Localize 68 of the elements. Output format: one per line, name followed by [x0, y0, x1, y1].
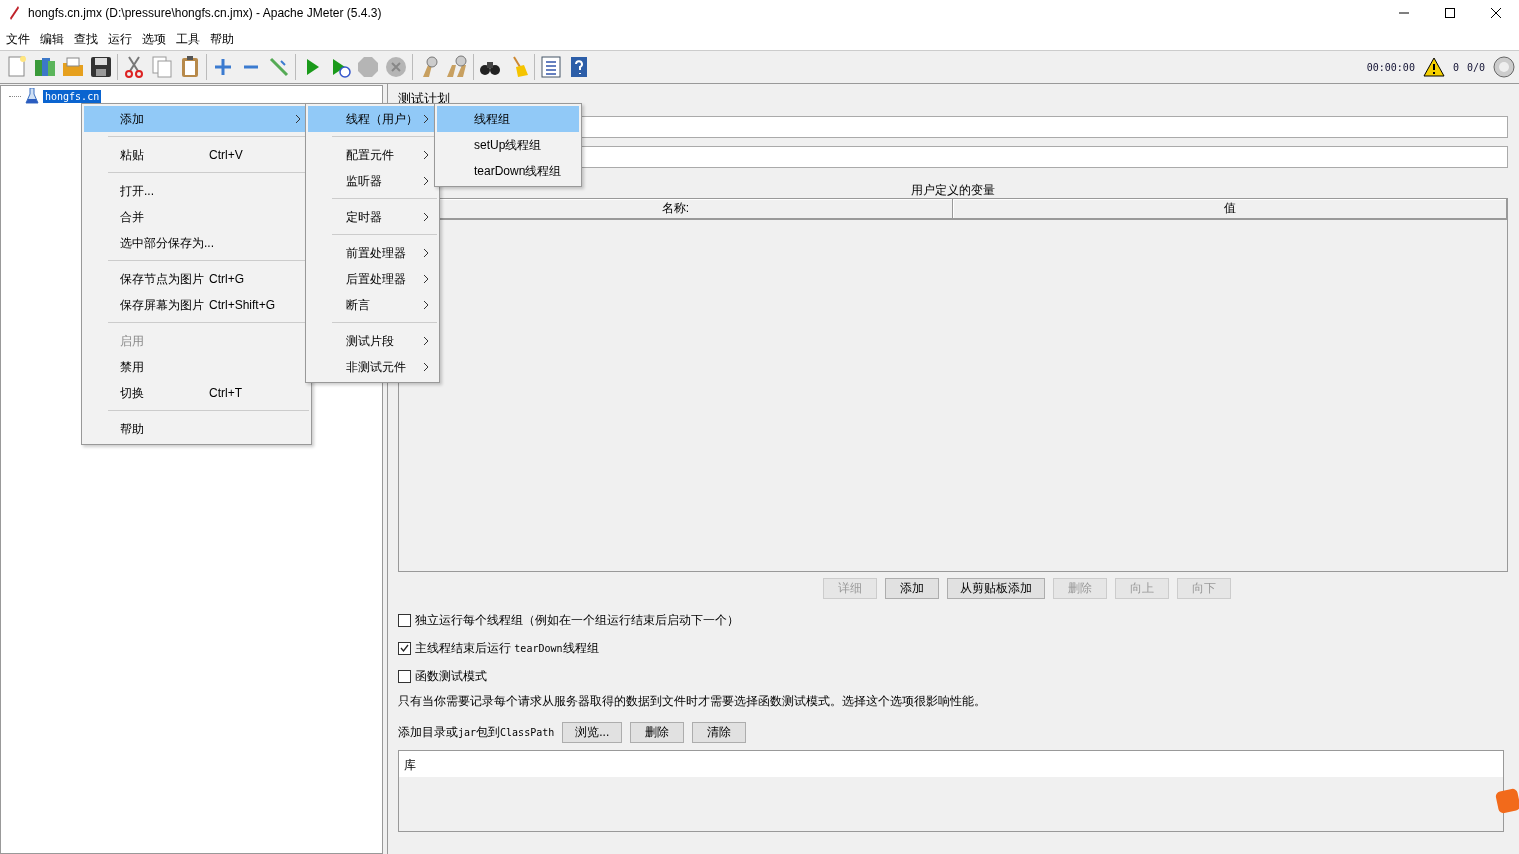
chevron-right-icon	[423, 177, 429, 185]
chevron-right-icon	[423, 115, 429, 123]
menu-bar-item[interactable]: 查找	[70, 28, 104, 48]
menu-item[interactable]: 后置处理器	[308, 266, 437, 292]
menu-item[interactable]: 监听器	[308, 168, 437, 194]
checkbox[interactable]	[398, 669, 411, 683]
chevron-right-icon	[423, 275, 429, 283]
chevron-right-icon	[423, 213, 429, 221]
checkbox[interactable]	[398, 613, 411, 627]
menu-item[interactable]: 打开...	[84, 178, 309, 204]
checkbox-label: 主线程结束后运行 tearDown线程组	[415, 639, 599, 657]
menu-bar-item[interactable]: 帮助	[206, 28, 240, 48]
menu-item[interactable]: tearDown线程组	[437, 158, 579, 184]
tree-node[interactable]: hongfs.cn	[43, 89, 102, 103]
checkbox[interactable]	[398, 641, 411, 655]
menu-item[interactable]: 合并	[84, 204, 309, 230]
list-header: 库	[399, 751, 1503, 777]
menu-bar-item[interactable]: 运行	[104, 28, 138, 48]
chevron-right-icon	[423, 337, 429, 345]
document-icon[interactable]	[5, 55, 29, 79]
menu-item[interactable]: 断言	[308, 292, 437, 318]
error-count: 0	[1452, 61, 1459, 73]
chevron-right-icon	[423, 151, 429, 159]
menu-item[interactable]: 线程（用户）	[308, 106, 437, 132]
checkbox-label: 函数测试模式	[415, 667, 487, 685]
window-title: hongfs.cn.jmx (D:\pressure\hongfs.cn.jmx) - Apache JMeter (5.4.3)	[28, 6, 383, 20]
feather-icon	[8, 6, 20, 20]
menu-bar-item[interactable]: 选项	[138, 28, 172, 48]
menu-item[interactable]: 前置处理器	[308, 240, 437, 266]
table-button[interactable]: 从剪贴板添加	[947, 578, 1045, 599]
chevron-right-icon	[295, 115, 301, 123]
table-button[interactable]: 添加	[885, 578, 939, 599]
classpath-label: 添加目录或jar包到ClassPath	[398, 724, 555, 741]
menu-item[interactable]: 非测试元件	[308, 354, 437, 380]
menu-bar-item[interactable]: 文件	[2, 28, 36, 48]
menu-item[interactable]: 帮助	[84, 416, 309, 442]
menu-item[interactable]: 测试片段	[308, 328, 437, 354]
maximize-icon	[1445, 8, 1455, 18]
warning-icon[interactable]	[1422, 57, 1445, 77]
thread-count: 0/0	[1466, 61, 1485, 73]
books-icon[interactable]	[33, 55, 57, 79]
shutdown-icon[interactable]	[384, 55, 408, 79]
menu-item[interactable]: setUp线程组	[437, 132, 579, 158]
menu-bar-item[interactable]: 工具	[172, 28, 206, 48]
help-text: 只有当你需要记录每个请求从服务器取得的数据到文件时才需要选择函数测试模式。选择这个选项很影响性能。	[398, 693, 987, 710]
checkbox-label: 独立运行每个线程组（例如在一个组运行结束后启动下一个）	[415, 611, 739, 629]
list-icon[interactable]	[539, 55, 563, 79]
menu-item[interactable]: 线程组	[437, 106, 579, 132]
menu-item[interactable]: 保存节点为图片 Ctrl+G	[84, 266, 309, 292]
classpath-button[interactable]: 浏览...	[562, 722, 623, 743]
chevron-right-icon	[423, 301, 429, 309]
scissors-icon[interactable]	[122, 55, 146, 79]
menu-bar-item[interactable]: 编辑	[36, 28, 70, 48]
column-header[interactable]: 值	[953, 199, 1507, 218]
menu-item[interactable]: 保存屏幕为图片 Ctrl+Shift+G	[84, 292, 309, 318]
chevron-right-icon	[423, 249, 429, 257]
menu-item[interactable]: 配置元件	[308, 142, 437, 168]
menu-item[interactable]: 粘贴 Ctrl+V	[84, 142, 309, 168]
menu-item[interactable]: 禁用	[84, 354, 309, 380]
classpath-button[interactable]: 删除	[630, 722, 685, 743]
elapsed-time: 00:00:00	[1366, 61, 1415, 73]
classpath-button[interactable]: 清除	[692, 722, 747, 743]
menu-item[interactable]: 选中部分保存为...	[84, 230, 309, 256]
flask-icon	[25, 88, 39, 104]
menu-item[interactable]: 切换 Ctrl+T	[84, 380, 309, 406]
chevron-right-icon	[423, 363, 429, 371]
table-caption: 用户定义的变量	[910, 182, 996, 198]
close-icon	[1491, 8, 1501, 18]
